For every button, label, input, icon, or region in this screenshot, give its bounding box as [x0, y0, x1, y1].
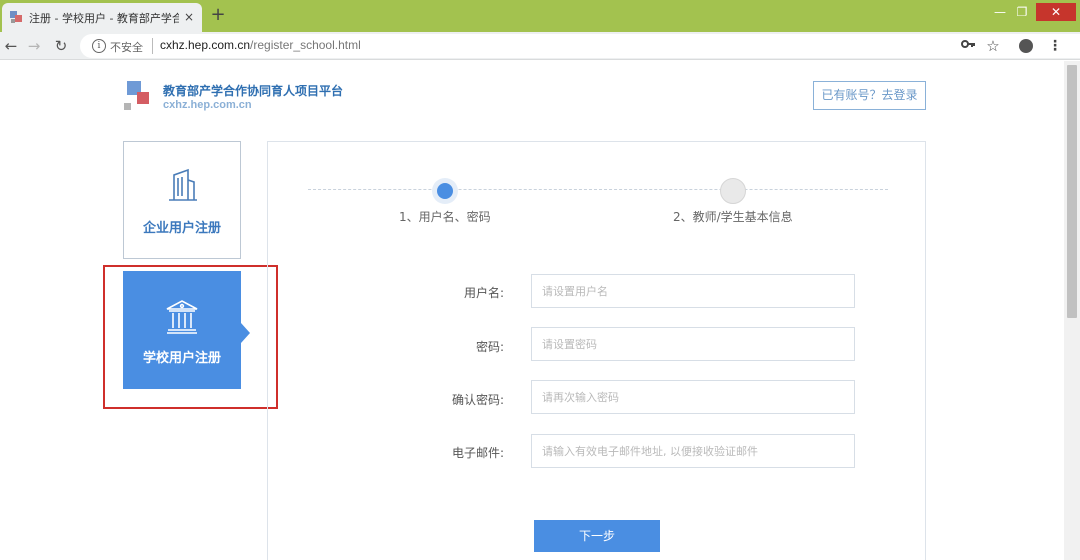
tab-close-icon[interactable]: ×: [182, 9, 196, 25]
window-maximize-button[interactable]: ❐: [1008, 3, 1036, 21]
company-register-card[interactable]: 企业用户注册: [123, 141, 241, 259]
security-status: 不安全: [110, 41, 143, 54]
page-content: 教育部产学合作协同育人项目平台 cxhz.hep.com.cn 已有账号？去登录…: [0, 61, 1080, 560]
bookmark-star-icon[interactable]: ☆: [983, 36, 1003, 56]
scrollbar-thumb[interactable]: [1067, 65, 1077, 318]
email-label: 电子邮件:: [451, 446, 504, 460]
step-2-indicator: [720, 178, 746, 204]
browser-tab[interactable]: 注册 - 学校用户 - 教育部产学合作 ×: [2, 3, 202, 32]
site-logo-icon: [124, 81, 154, 111]
step-2-label: 2、教师/学生基本信息: [673, 210, 793, 224]
site-url: cxhz.hep.com.cn: [163, 99, 252, 111]
url-path: /register_school.html: [250, 38, 361, 52]
new-tab-button[interactable]: +: [209, 5, 227, 25]
company-register-label: 企业用户注册: [142, 221, 221, 236]
forward-arrow-icon[interactable]: →: [25, 37, 43, 55]
address-separator: [152, 38, 153, 54]
step-1-indicator: [432, 178, 458, 204]
account-icon[interactable]: [1016, 36, 1036, 56]
steps-progress-line: [308, 189, 888, 190]
tab-title: 注册 - 学校用户 - 教育部产学合作: [29, 12, 179, 25]
browser-tabstrip: 注册 - 学校用户 - 教育部产学合作 × + — ❐ ✕: [0, 0, 1080, 32]
url-host: cxhz.hep.com.cn: [160, 38, 251, 52]
building-icon: [164, 166, 202, 204]
site-title: 教育部产学合作协同育人项目平台: [163, 84, 344, 98]
address-bar[interactable]: i 不安全 cxhz.hep.com.cn/register_school.ht…: [80, 34, 1080, 58]
username-input[interactable]: [531, 274, 855, 308]
reload-icon[interactable]: ↻: [52, 37, 70, 55]
step-1-label: 1、用户名、密码: [399, 210, 491, 224]
site-favicon-icon: [10, 11, 23, 24]
annotation-highlight-box: [103, 265, 278, 409]
page-scrollbar[interactable]: [1064, 61, 1080, 560]
username-label: 用户名:: [463, 286, 504, 300]
login-link-button[interactable]: 已有账号？去登录: [813, 81, 926, 110]
key-icon[interactable]: [958, 36, 978, 56]
info-icon[interactable]: i: [92, 39, 106, 53]
password-label: 密码:: [475, 340, 504, 354]
url-text[interactable]: cxhz.hep.com.cn/register_school.html: [160, 38, 361, 52]
browser-toolbar: ← → ↻ i 不安全 cxhz.hep.com.cn/register_sch…: [0, 32, 1080, 60]
next-step-button[interactable]: 下一步: [534, 520, 660, 552]
confirm-password-input[interactable]: [531, 380, 855, 414]
back-arrow-icon[interactable]: ←: [2, 37, 20, 55]
browser-menu-icon[interactable]: ⋮: [1045, 36, 1065, 56]
password-input[interactable]: [531, 327, 855, 361]
confirm-password-label: 确认密码:: [451, 393, 504, 407]
email-input[interactable]: [531, 434, 855, 468]
window-close-button[interactable]: ✕: [1036, 3, 1076, 21]
